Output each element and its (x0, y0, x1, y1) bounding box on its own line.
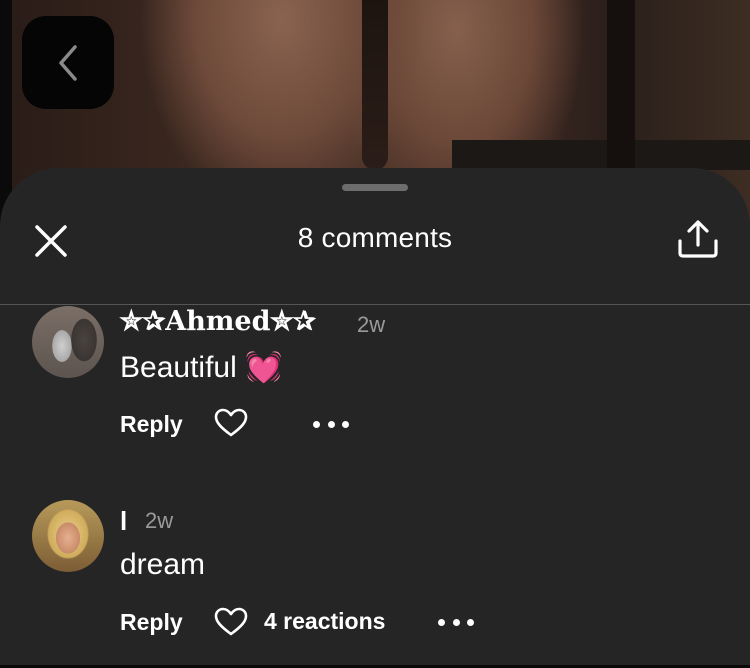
comment-text-body: Beautiful (120, 351, 237, 384)
comment-item: l 2w dream Reply 4 reactions (0, 498, 750, 668)
comment-username[interactable]: ✮✰Ahmed✮✰ (120, 306, 316, 337)
photo-door (607, 0, 635, 170)
sheet-drag-handle[interactable] (342, 184, 408, 191)
more-options-button[interactable] (313, 419, 349, 429)
chevron-left-icon (59, 44, 77, 81)
avatar[interactable] (32, 500, 104, 572)
comment-time: 2w (357, 312, 386, 337)
comment-text: dream (120, 548, 206, 581)
comment-username[interactable]: l (120, 506, 127, 537)
photo-shelf (452, 140, 750, 170)
photo-shadow (362, 0, 388, 170)
reply-button[interactable]: Reply (120, 411, 183, 438)
comments-sheet: 8 comments ✮✰Ahmed✮✰ 2w Beautiful 💓 Repl… (0, 168, 750, 665)
reactions-count[interactable]: 4 reactions (264, 608, 385, 635)
avatar[interactable] (32, 306, 104, 378)
dot (467, 618, 474, 626)
heart-emoji: 💓 (245, 350, 283, 385)
dot (342, 420, 349, 428)
comment-item: ✮✰Ahmed✮✰ 2w Beautiful 💓 Reply (0, 300, 750, 470)
dot (452, 618, 460, 626)
more-options-button[interactable] (438, 617, 474, 627)
share-upload-icon (678, 220, 718, 258)
back-button[interactable] (22, 16, 114, 109)
comment-text: Beautiful 💓 (120, 350, 282, 385)
comments-title: 8 comments (297, 222, 453, 253)
comment-time: 2w (145, 508, 174, 533)
dot (327, 420, 335, 428)
reply-button[interactable]: Reply (120, 609, 183, 636)
heart-icon[interactable] (214, 607, 248, 637)
heart-icon[interactable] (214, 408, 248, 438)
share-button[interactable] (676, 219, 720, 259)
dot (313, 420, 320, 428)
dot (438, 618, 445, 626)
